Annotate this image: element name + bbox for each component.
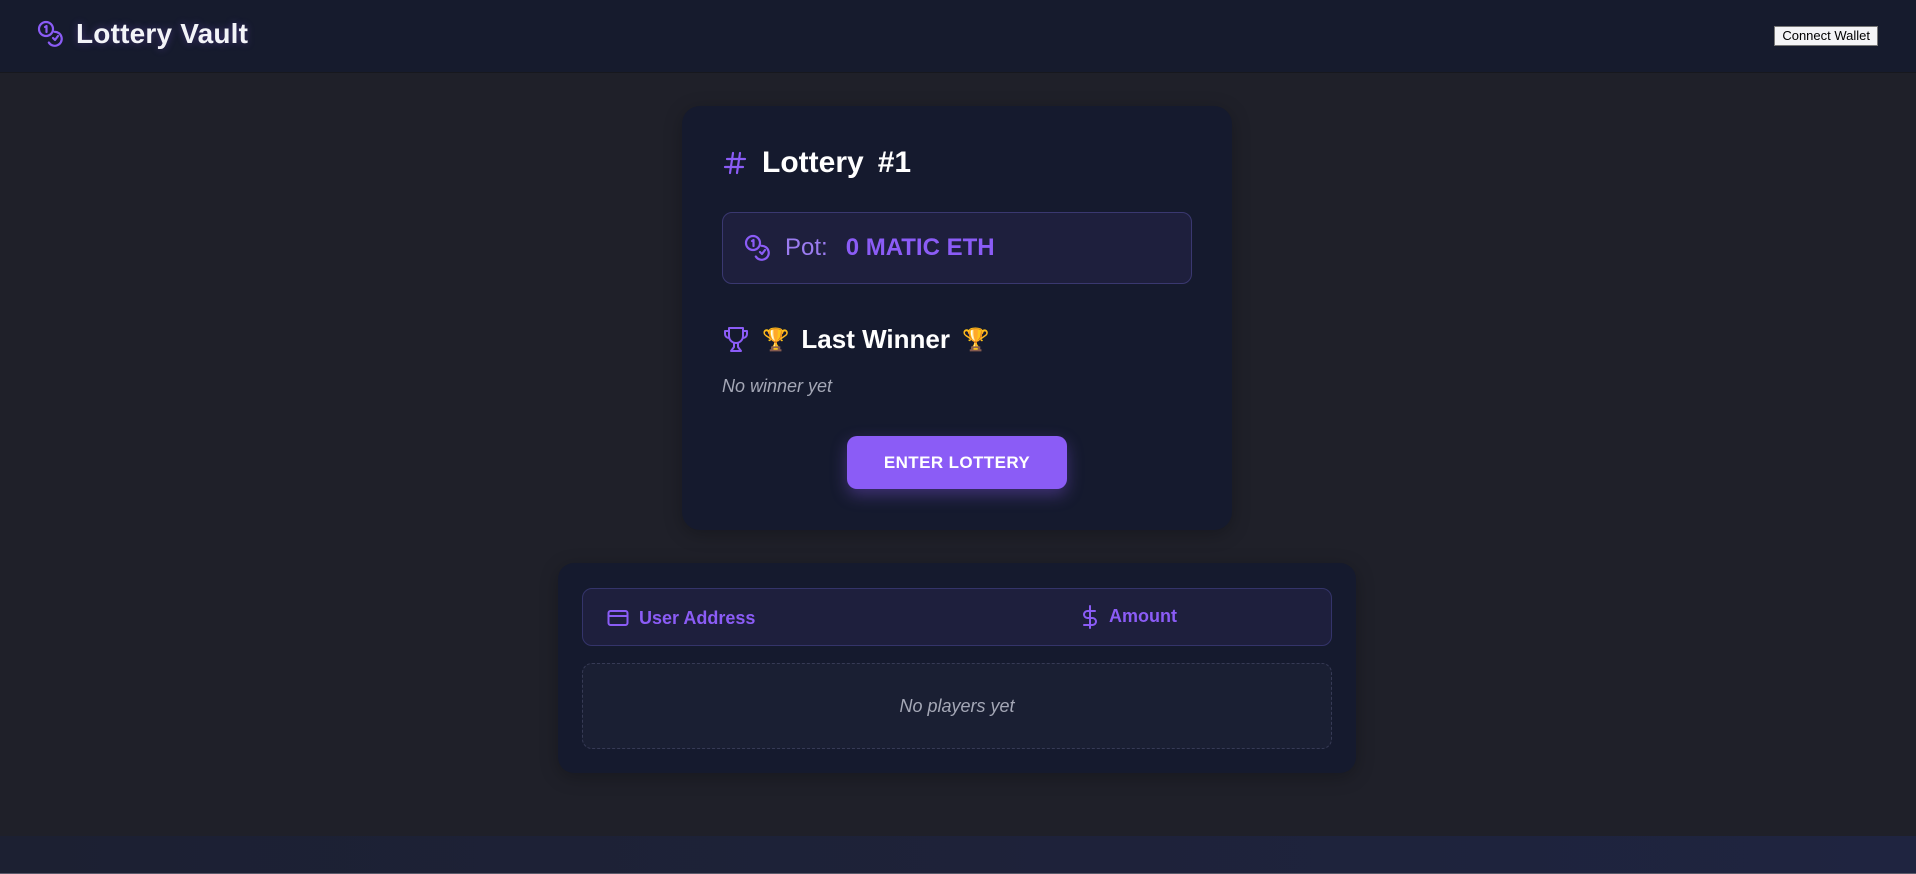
lottery-label: Lottery (762, 146, 864, 179)
trophy-icon (722, 325, 750, 355)
brand-title: Lottery Vault (76, 18, 249, 49)
credit-card-icon (607, 607, 629, 629)
lottery-number: #1 (877, 146, 912, 179)
app-root: Lottery Vault Connect Wallet Lottery #1 (0, 0, 1916, 874)
no-players-text: No players yet (899, 695, 1015, 716)
column-user-address: User Address (607, 607, 755, 629)
last-winner-title: Last Winner (801, 324, 950, 354)
connect-wallet-button[interactable]: Connect Wallet (1774, 26, 1878, 46)
hash-icon (722, 150, 748, 176)
coins-icon (36, 19, 66, 49)
lottery-title: Lottery #1 (722, 146, 911, 180)
pot-value: 0 MATIC ETH (845, 234, 995, 261)
dollar-icon (1079, 605, 1101, 629)
top-bar: Lottery Vault Connect Wallet (0, 0, 1916, 72)
coins-icon (743, 233, 773, 263)
trophy-emoji-left: 🏆 (762, 326, 790, 352)
lottery-card: Lottery #1 Pot: 0 MATIC ETH 🏆 Last Winne… (682, 106, 1232, 530)
pot-label: Pot: (785, 234, 828, 261)
last-winner-heading: 🏆 Last Winner 🏆 (722, 324, 989, 355)
enter-lottery-button[interactable]: ENTER LOTTERY (847, 436, 1067, 489)
footer (0, 836, 1916, 874)
trophy-emoji-right: 🏆 (961, 326, 990, 352)
no-winner-text: No winner yet (722, 376, 833, 396)
column-label: Amount (1109, 605, 1177, 626)
pot-display: Pot: 0 MATIC ETH (722, 212, 1192, 284)
column-label: User Address (639, 607, 756, 628)
column-amount: Amount (1079, 605, 1177, 629)
players-table: User Address Amount No players yet (558, 563, 1356, 773)
table-header: User Address Amount (582, 588, 1332, 646)
brand[interactable]: Lottery Vault (36, 18, 248, 50)
players-empty-state: No players yet (582, 663, 1332, 749)
